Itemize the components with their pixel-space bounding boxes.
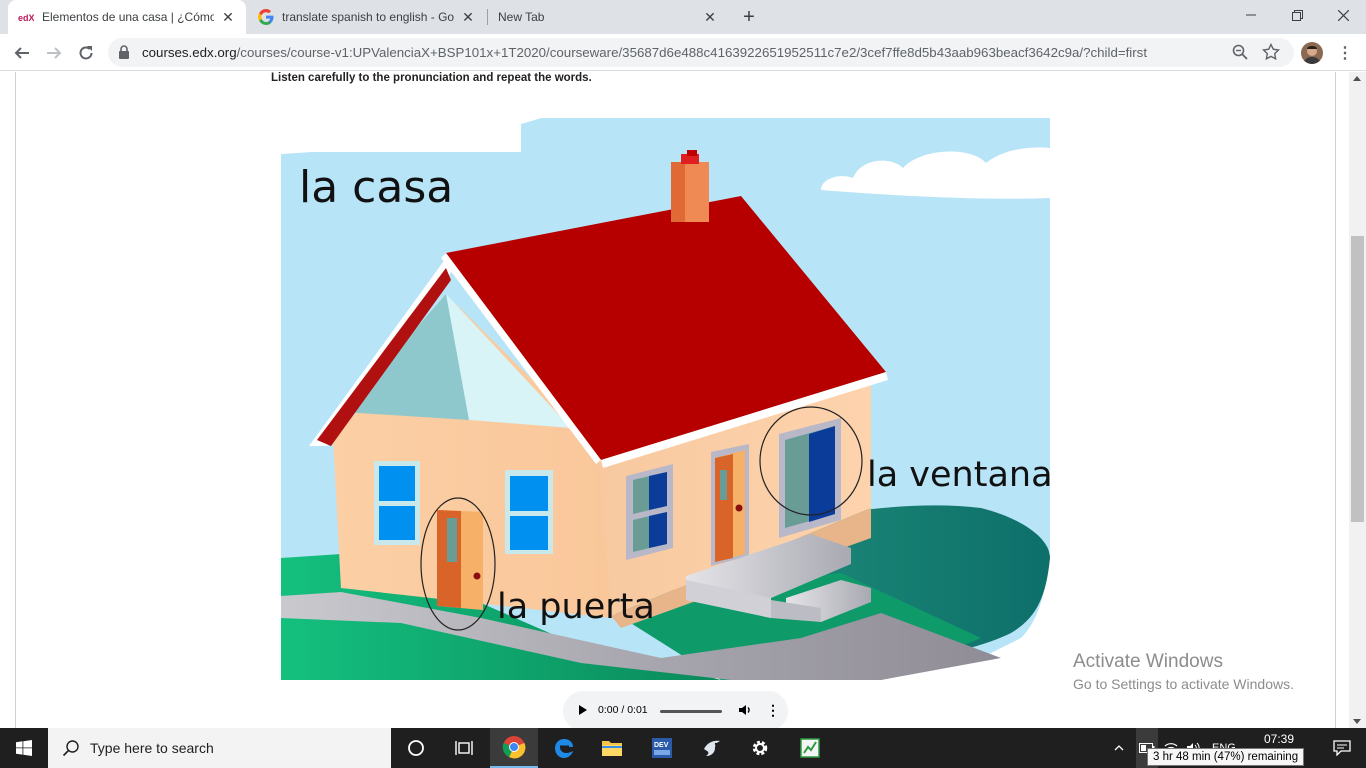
label-la-puerta: la puerta [497, 587, 655, 627]
windows-logo-icon [16, 740, 32, 756]
arrow-left-icon [14, 47, 29, 59]
forward-button[interactable] [40, 39, 68, 67]
back-button[interactable] [8, 39, 36, 67]
instruction-text: Listen carefully to the pronunciation an… [271, 72, 592, 84]
tray-chevron[interactable] [1114, 728, 1132, 768]
url-text[interactable]: courses.edx.org/courses/course-v1:UPVale… [142, 45, 1222, 60]
page-scrollbar[interactable] [1349, 72, 1366, 728]
task-view-button[interactable] [440, 728, 488, 768]
audio-time: 0:00 / 0:01 [598, 704, 648, 716]
house-illustration: la casa la ventana la puerta [281, 118, 1050, 680]
taskbar-app-bird[interactable] [688, 728, 736, 768]
url-domain: courses.edx.org [142, 45, 237, 60]
scroll-up-icon[interactable] [1353, 76, 1361, 81]
activate-windows-subtitle: Go to Settings to activate Windows. [1073, 676, 1294, 692]
notifications-button[interactable] [1318, 728, 1366, 768]
search-placeholder: Type here to search [90, 740, 214, 756]
lock-icon [118, 45, 130, 64]
close-icon[interactable]: ✕ [220, 9, 236, 25]
zoom-icon[interactable] [1232, 44, 1248, 65]
edx-logo-icon: edX [18, 9, 34, 25]
battery-tooltip: 3 hr 48 min (47%) remaining [1147, 748, 1305, 766]
taskbar-devcpp[interactable]: DEV [638, 728, 686, 768]
chrome-icon [502, 736, 526, 759]
tab-title: New Tab [498, 10, 545, 24]
task-view-icon [455, 741, 473, 755]
new-tab-button[interactable]: + [737, 5, 761, 29]
activate-windows-watermark: Activate Windows Go to Settings to activ… [1073, 651, 1294, 692]
close-window-button[interactable] [1320, 0, 1366, 30]
reload-button[interactable] [72, 39, 100, 67]
arrow-right-icon [47, 47, 62, 59]
taskbar-clock[interactable]: 07:39 [1249, 732, 1309, 746]
minimize-button[interactable] [1228, 0, 1274, 30]
browser-toolbar: courses.edx.org/courses/course-v1:UPVale… [0, 34, 1366, 71]
tab-title: translate spanish to english - Goo [282, 10, 454, 24]
taskbar-chrome[interactable] [490, 728, 538, 768]
reload-icon [79, 46, 93, 60]
scroll-down-icon[interactable] [1353, 719, 1361, 724]
content-border-right [1335, 72, 1336, 728]
gear-icon [752, 740, 768, 756]
restore-button[interactable] [1274, 0, 1320, 30]
chevron-up-icon [1114, 745, 1124, 751]
taskbar-edge[interactable] [540, 728, 588, 768]
audio-player: 0:00 / 0:01 ⋮ [563, 691, 788, 728]
address-bar[interactable]: courses.edx.org/courses/course-v1:UPVale… [108, 38, 1294, 67]
taskbar-file-explorer[interactable] [588, 728, 636, 768]
bookmark-star-icon[interactable] [1261, 42, 1281, 66]
bird-app-icon [704, 740, 720, 756]
search-icon [62, 739, 80, 757]
tab-google-translate[interactable]: translate spanish to english - Goo ✕ [248, 0, 486, 34]
svg-text:DEV: DEV [654, 742, 669, 749]
tab-strip: edX Elementos de una casa | ¿Cómo e ✕ tr… [0, 0, 1366, 34]
start-button[interactable] [0, 728, 48, 768]
folder-icon [602, 741, 622, 756]
activate-windows-title: Activate Windows [1073, 651, 1223, 672]
play-icon[interactable] [579, 705, 587, 715]
profile-avatar[interactable] [1301, 42, 1323, 64]
google-logo-icon [258, 9, 274, 25]
cortana-circle-icon [408, 740, 424, 756]
volume-icon[interactable] [738, 703, 752, 722]
close-icon[interactable]: ✕ [702, 9, 718, 25]
content-border-left [15, 72, 16, 728]
browser-menu-icon[interactable]: ⋮ [1335, 43, 1355, 63]
tab-title: Elementos de una casa | ¿Cómo e [42, 10, 214, 24]
scrollbar-thumb[interactable] [1351, 236, 1364, 522]
cortana-button[interactable] [392, 728, 440, 768]
edge-icon [555, 739, 573, 758]
tab-new-tab[interactable]: New Tab ✕ [488, 0, 728, 34]
spreadsheet-icon [800, 738, 820, 758]
label-la-ventana: la ventana [867, 455, 1050, 495]
taskbar-search[interactable]: Type here to search [48, 728, 391, 768]
label-la-casa: la casa [299, 162, 453, 213]
svg-text:edX: edX [18, 13, 34, 22]
close-icon[interactable]: ✕ [460, 9, 476, 25]
dev-ide-icon: DEV [652, 738, 672, 758]
audio-progress-track[interactable] [660, 710, 722, 713]
page-viewport: Listen carefully to the pronunciation an… [0, 72, 1349, 728]
tab-edx[interactable]: edX Elementos de una casa | ¿Cómo e ✕ [8, 0, 246, 34]
taskbar-excel-like[interactable] [786, 728, 834, 768]
taskbar-settings[interactable] [736, 728, 784, 768]
action-center-icon [1333, 740, 1351, 756]
audio-more-icon[interactable]: ⋮ [766, 702, 780, 719]
url-path: /courses/course-v1:UPValenciaX+BSP101x+1… [236, 45, 1148, 60]
